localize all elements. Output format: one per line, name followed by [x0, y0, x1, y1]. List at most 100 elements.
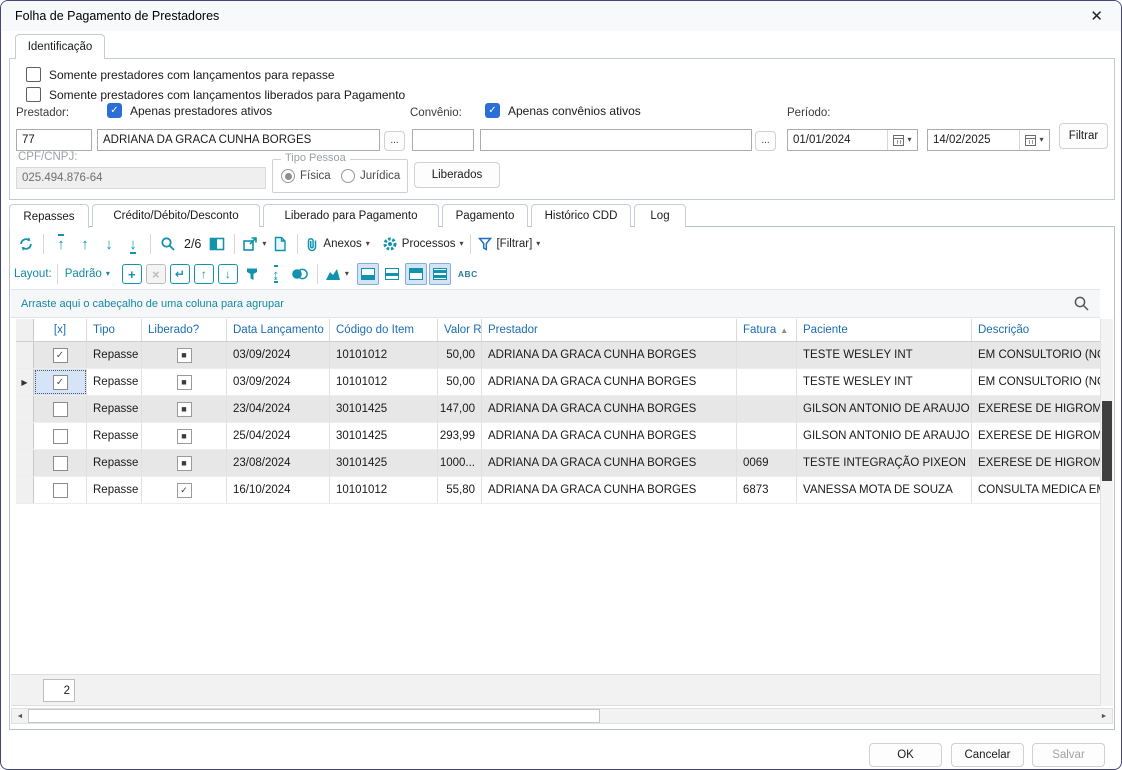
checkbox-apenas-prestadores[interactable]: ✓ Apenas prestadores ativos — [107, 103, 272, 118]
column-header-tipo[interactable]: Tipo — [87, 319, 142, 341]
radio-selected-icon[interactable] — [281, 169, 295, 183]
liberado-state-icon[interactable]: ■ — [177, 348, 192, 363]
anexos-button[interactable]: Anexos ▾ — [303, 232, 371, 256]
checkbox-label: Somente prestadores com lançamentos libe… — [49, 88, 405, 102]
calendar-dropdown[interactable]: ▾ — [1019, 130, 1049, 150]
column-header-codigo-item[interactable]: Código do Item — [330, 319, 438, 341]
convenio-name-input[interactable] — [480, 129, 752, 151]
liberado-state-icon[interactable]: ■ — [177, 456, 192, 471]
scroll-right-icon[interactable]: ► — [1096, 709, 1112, 723]
tab-liberado-para-pagamento[interactable]: Liberado para Pagamento — [263, 204, 439, 227]
scroll-left-icon[interactable]: ◄ — [12, 709, 28, 723]
calendar-dropdown[interactable]: ▾ — [887, 130, 917, 150]
return-icon[interactable]: ↵ — [170, 264, 190, 284]
horizontal-scrollbar[interactable]: ◄ ► — [11, 708, 1113, 724]
fill-icon[interactable] — [240, 262, 264, 286]
radio-icon[interactable] — [341, 169, 355, 183]
row-checkbox[interactable] — [53, 483, 68, 498]
chart-icon[interactable]: ▾ — [323, 262, 351, 286]
checkbox-checked-icon[interactable]: ✓ — [485, 103, 500, 118]
last-row-icon[interactable]: ↓ — [121, 232, 145, 256]
column-header-fatura[interactable]: Fatura ▲ — [737, 319, 797, 341]
first-row-icon[interactable]: ↑ — [49, 232, 73, 256]
liberados-button[interactable]: Liberados — [414, 162, 500, 188]
table-row[interactable]: Repasse ✓ 16/10/2024 10101012 55,80 ADRI… — [16, 477, 1101, 504]
tab-identificacao[interactable]: Identificação — [15, 34, 105, 59]
filtrar-button[interactable]: Filtrar — [1059, 123, 1108, 149]
processos-button[interactable]: Processos ▾ — [380, 232, 466, 256]
filtrar-dropdown-button[interactable]: [Filtrar] ▾ — [476, 232, 542, 256]
previous-row-icon[interactable]: ↑ — [73, 232, 97, 256]
column-header-paciente[interactable]: Paciente — [797, 319, 972, 341]
periodo-start-input[interactable] — [788, 130, 887, 150]
horizontal-scrollbar-thumb[interactable] — [28, 709, 600, 723]
tab-pagamento[interactable]: Pagamento — [442, 204, 528, 227]
column-header-prestador[interactable]: Prestador — [482, 319, 737, 341]
abc-spellcheck-icon[interactable]: ABC — [458, 269, 478, 279]
row-checkbox[interactable] — [53, 402, 68, 417]
liberado-state-icon[interactable]: ✓ — [177, 483, 192, 498]
vertical-scrollbar-thumb[interactable] — [1102, 401, 1112, 481]
column-header-descricao[interactable]: Descrição — [972, 319, 1101, 341]
column-header-valor[interactable]: Valor R... — [438, 319, 482, 341]
toggle-band-double[interactable] — [429, 263, 451, 285]
prestador-name-input[interactable] — [97, 129, 380, 151]
checkbox-somente-repasse[interactable]: Somente prestadores com lançamentos para… — [26, 67, 335, 82]
save-button[interactable]: Salvar — [1032, 743, 1105, 767]
checkbox-apenas-convenios[interactable]: ✓ Apenas convênios ativos — [485, 103, 641, 118]
column-header-data-lancamento[interactable]: Data Lançamento — [227, 319, 330, 341]
checkbox-icon[interactable] — [26, 87, 41, 102]
liberado-state-icon[interactable]: ■ — [177, 402, 192, 417]
ok-button[interactable]: OK — [869, 743, 942, 767]
toggle-preview-bottom[interactable] — [357, 263, 379, 285]
checkbox-label: Apenas convênios ativos — [508, 104, 641, 118]
checkbox-checked-icon[interactable]: ✓ — [107, 103, 122, 118]
next-row-icon[interactable]: ↓ — [97, 232, 121, 256]
table-row[interactable]: Repasse ■ 25/04/2024 30101425 293,99 ADR… — [16, 423, 1101, 450]
vertical-scrollbar[interactable] — [1100, 319, 1113, 706]
refresh-icon[interactable] — [14, 232, 38, 256]
circles-icon[interactable] — [288, 262, 312, 286]
add-icon[interactable]: + — [122, 264, 142, 284]
checkbox-somente-liberados[interactable]: Somente prestadores com lançamentos libe… — [26, 87, 405, 102]
search-icon[interactable] — [156, 232, 180, 256]
prestador-code-input[interactable] — [16, 129, 92, 151]
toggle-header-top[interactable] — [405, 263, 427, 285]
row-checkbox[interactable]: ✓ — [53, 375, 68, 390]
row-checkbox[interactable]: ✓ — [53, 348, 68, 363]
convenio-browse-button[interactable]: ... — [755, 131, 776, 151]
export-icon[interactable]: ▾ — [240, 232, 268, 256]
toggle-band-middle[interactable] — [381, 263, 403, 285]
prestador-browse-button[interactable]: ... — [384, 131, 405, 151]
grid-search-icon[interactable] — [1073, 295, 1090, 312]
columns-icon[interactable] — [205, 232, 229, 256]
group-by-bar[interactable]: Arraste aqui o cabeçalho de uma coluna p… — [11, 289, 1100, 318]
periodo-end-input[interactable] — [928, 130, 1019, 150]
cancel-button[interactable]: Cancelar — [951, 743, 1024, 767]
move-down-icon[interactable]: ↓ — [218, 264, 238, 284]
liberado-state-icon[interactable]: ■ — [177, 429, 192, 444]
checkbox-icon[interactable] — [26, 67, 41, 82]
table-row[interactable]: Repasse ■ 23/08/2024 30101425 1000... AD… — [16, 450, 1101, 477]
tab-log[interactable]: Log — [634, 204, 686, 227]
row-checkbox[interactable] — [53, 456, 68, 471]
convenio-code-input[interactable] — [412, 129, 474, 151]
table-row[interactable]: Repasse ■ 23/04/2024 30101425 147,00 ADR… — [16, 396, 1101, 423]
table-row[interactable]: ✓ Repasse ■ 03/09/2024 10101012 50,00 AD… — [16, 342, 1101, 369]
column-header-liberado[interactable]: Liberado? — [142, 319, 227, 341]
radio-fisica[interactable]: Física — [281, 169, 331, 183]
liberado-state-icon[interactable]: ■ — [177, 375, 192, 390]
repasses-grid: [x] Tipo Liberado? Data Lançamento Códig… — [16, 319, 1101, 504]
move-up-icon[interactable]: ↑ — [194, 264, 214, 284]
table-row-focused[interactable]: ▶ ✓ Repasse ■ 03/09/2024 10101012 50,00 … — [16, 369, 1101, 396]
close-icon[interactable]: ✕ — [1086, 7, 1107, 25]
expand-rows-icon[interactable]: ↨ — [264, 262, 288, 286]
tab-historico-cdd[interactable]: Histórico CDD — [531, 204, 631, 227]
tab-credito-debito-desconto[interactable]: Crédito/Débito/Desconto — [92, 204, 260, 227]
column-header-sel[interactable]: [x] — [34, 319, 87, 341]
tab-repasses[interactable]: Repasses — [9, 204, 89, 228]
radio-juridica[interactable]: Jurídica — [341, 169, 400, 183]
document-icon[interactable] — [268, 232, 292, 256]
layout-preset-dropdown[interactable]: Padrão ▾ — [63, 262, 112, 286]
row-checkbox[interactable] — [53, 429, 68, 444]
